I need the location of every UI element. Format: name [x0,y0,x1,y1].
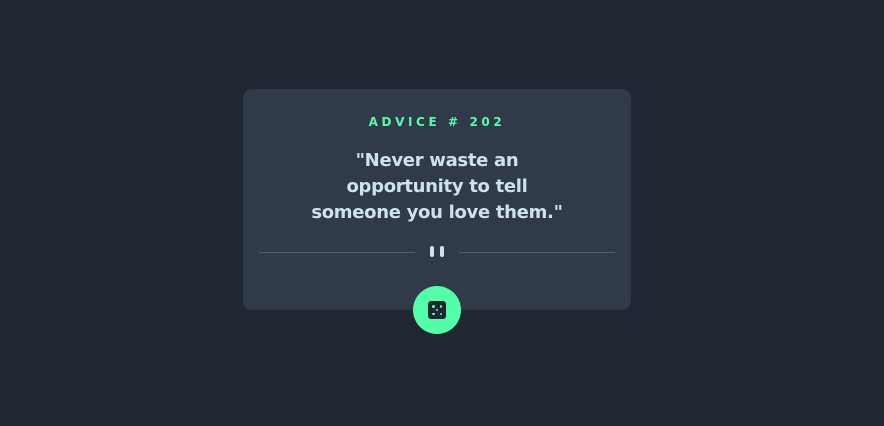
pause-icon [429,246,445,258]
advice-quote: "Never waste an opportunity to tell some… [311,150,563,223]
dice-icon [428,301,446,319]
new-advice-button[interactable] [413,286,461,334]
advice-card: ADVICE # 202 "Never waste an opportunity… [243,89,631,310]
divider [259,244,615,260]
advice-id: ADVICE # 202 [368,115,506,129]
divider-line-right [459,252,615,253]
divider-line-left [259,252,415,253]
page: ADVICE # 202 "Never waste an opportunity… [0,0,884,426]
